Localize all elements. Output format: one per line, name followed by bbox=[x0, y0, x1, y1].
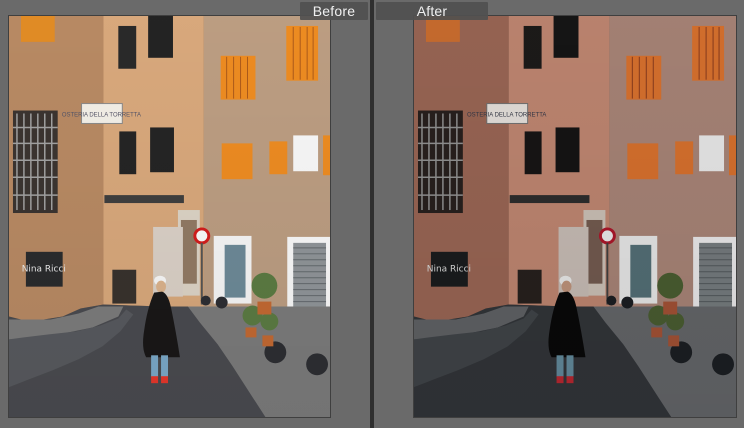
scene-sign-text: OSTERIA DELLA TORRETTA bbox=[62, 112, 141, 118]
scene-sign-text: OSTERIA DELLA TORRETTA bbox=[467, 113, 546, 119]
after-label: After bbox=[376, 2, 488, 20]
scene-graffiti: Nina Ricci bbox=[427, 265, 471, 275]
before-label: Before bbox=[300, 2, 368, 20]
after-photo-frame: OSTERIA DELLA TORRETTA Nina Ricci bbox=[413, 15, 737, 418]
before-pane: OSTERIA DELLA TORRETTA Nina Ricci Before bbox=[0, 0, 370, 428]
before-photo-frame: OSTERIA DELLA TORRETTA Nina Ricci bbox=[8, 15, 331, 418]
scene-graffiti: Nina Ricci bbox=[22, 265, 66, 275]
after-photo: OSTERIA DELLA TORRETTA Nina Ricci bbox=[414, 16, 736, 417]
after-pane: OSTERIA DELLA TORRETTA Nina Ricci After bbox=[374, 0, 744, 428]
before-after-comparison-view: OSTERIA DELLA TORRETTA Nina Ricci Before… bbox=[0, 0, 744, 428]
before-photo: OSTERIA DELLA TORRETTA Nina Ricci bbox=[9, 16, 330, 417]
